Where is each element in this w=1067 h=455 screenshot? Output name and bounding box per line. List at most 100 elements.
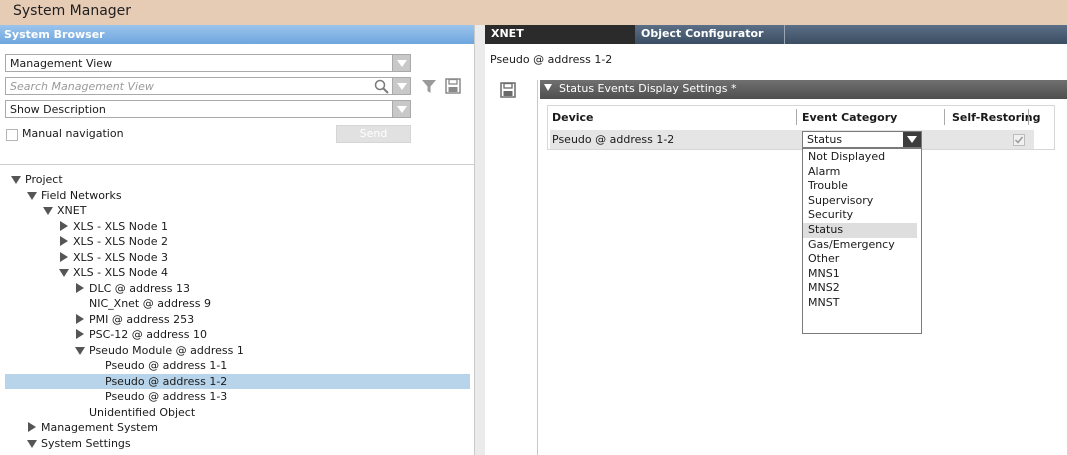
- chevron-down-icon[interactable]: [392, 78, 410, 94]
- title-bar: System Manager: [0, 0, 1067, 25]
- tree-node[interactable]: Pseudo Module @ address 1: [5, 343, 470, 358]
- chevron-down-icon[interactable]: [392, 55, 410, 71]
- description-select-value: Show Description: [10, 103, 106, 116]
- collapse-triangle-icon[interactable]: [58, 250, 70, 265]
- tree-node-label: Field Networks: [41, 188, 122, 202]
- dropdown-option[interactable]: Gas/Emergency: [803, 238, 921, 253]
- manual-navigation-checkbox[interactable]: [6, 129, 18, 141]
- view-select[interactable]: Management View: [5, 54, 411, 72]
- view-select-value: Management View: [10, 57, 113, 70]
- collapse-triangle-icon[interactable]: [58, 219, 70, 234]
- tree-node[interactable]: Pseudo @ address 1-3: [5, 389, 470, 404]
- tree-node-label: XNET: [57, 204, 87, 217]
- column-separator: [796, 109, 797, 125]
- tree-node-label: System Settings: [41, 436, 131, 450]
- tree-node[interactable]: Field Networks: [5, 188, 470, 203]
- expand-triangle-icon[interactable]: [74, 343, 86, 358]
- tree-node-label: Pseudo Module @ address 1: [89, 343, 244, 357]
- tab-bar: XNET Object Configurator: [485, 25, 1067, 44]
- chevron-down-icon[interactable]: [392, 101, 410, 117]
- tree-node-label: XLS - XLS Node 4: [73, 266, 168, 279]
- dropdown-option[interactable]: Supervisory: [803, 194, 921, 209]
- dropdown-option[interactable]: Security: [803, 208, 921, 223]
- self-restoring-checkbox: [1013, 134, 1025, 146]
- system-browser-panel: System Browser Management View Search Ma…: [0, 25, 476, 455]
- tree-node[interactable]: PSC-12 @ address 10: [5, 327, 470, 342]
- tree-node[interactable]: Unidentified Object: [5, 405, 470, 420]
- tree-node[interactable]: XLS - XLS Node 3: [5, 250, 470, 265]
- send-button[interactable]: Send: [336, 125, 411, 143]
- tab-object-configurator[interactable]: Object Configurator: [635, 25, 785, 44]
- description-select[interactable]: Show Description: [5, 100, 411, 118]
- event-category-dropdown[interactable]: Status: [802, 131, 922, 148]
- expand-triangle-icon[interactable]: [26, 188, 38, 203]
- dropdown-option[interactable]: Not Displayed: [803, 150, 921, 165]
- tree-node[interactable]: XLS - XLS Node 4: [5, 265, 470, 280]
- column-separator: [944, 109, 945, 125]
- checkmark-icon: [1014, 136, 1024, 144]
- app-title: System Manager: [13, 3, 132, 19]
- search-input[interactable]: Search Management View: [5, 77, 411, 95]
- expand-triangle-icon[interactable]: [58, 265, 70, 280]
- tree-node[interactable]: XLS - XLS Node 1: [5, 219, 470, 234]
- tab-xnet[interactable]: XNET: [485, 25, 635, 44]
- collapse-triangle-icon[interactable]: [58, 234, 70, 249]
- section-header[interactable]: Status Events Display Settings *: [540, 80, 1067, 99]
- search-icon[interactable]: [374, 79, 390, 94]
- tree-node-label: Project: [25, 173, 63, 186]
- section-title: Status Events Display Settings *: [559, 82, 737, 95]
- tree-node-label: Management System: [41, 421, 158, 434]
- dropdown-option[interactable]: Trouble: [803, 179, 921, 194]
- tree-node[interactable]: Project: [5, 172, 470, 187]
- column-separator: [1028, 109, 1029, 125]
- save-icon[interactable]: [500, 82, 516, 98]
- dropdown-option[interactable]: MNS1: [803, 267, 921, 282]
- tree-node-label: Pseudo @ address 1-1: [105, 359, 228, 372]
- manual-navigation-label: Manual navigation: [22, 127, 124, 140]
- tree-node-label: Pseudo @ address 1-3: [105, 390, 228, 403]
- filter-icon[interactable]: [421, 79, 437, 94]
- dropdown-option[interactable]: MNS2: [803, 281, 921, 296]
- tree-node-label: DLC @ address 13: [89, 281, 190, 295]
- column-header-event-category[interactable]: Event Category: [802, 111, 897, 124]
- collapse-triangle-icon[interactable]: [74, 327, 86, 342]
- tree-node[interactable]: XNET: [5, 203, 470, 218]
- tree-node-label: XLS - XLS Node 1: [73, 219, 168, 233]
- table-row[interactable]: Pseudo @ address 1-2: [550, 130, 1034, 149]
- collapse-triangle-icon[interactable]: [74, 281, 86, 296]
- expand-triangle-icon[interactable]: [26, 436, 38, 451]
- device-cell: Pseudo @ address 1-2: [552, 133, 675, 146]
- tree-node[interactable]: Pseudo @ address 1-1: [5, 358, 470, 373]
- collapse-caret-icon[interactable]: [544, 84, 552, 91]
- tree-node[interactable]: NIC_Xnet @ address 9: [5, 296, 470, 311]
- collapse-triangle-icon[interactable]: [26, 420, 38, 435]
- object-name: Pseudo @ address 1-2: [490, 53, 613, 66]
- dropdown-option[interactable]: MNST: [803, 296, 921, 311]
- dropdown-option[interactable]: Other: [803, 252, 921, 267]
- tree-node-label: XLS - XLS Node 3: [73, 250, 168, 264]
- tree-node[interactable]: XLS - XLS Node 2: [5, 234, 470, 249]
- save-icon[interactable]: [445, 78, 461, 94]
- tree-node[interactable]: Pseudo @ address 1-2: [5, 373, 470, 389]
- tree-node[interactable]: System Settings: [5, 436, 470, 451]
- object-configurator-panel: XNET Object Configurator Pseudo @ addres…: [485, 25, 1067, 455]
- tree-node-label: Unidentified Object: [89, 405, 196, 419]
- dropdown-option[interactable]: Status: [803, 222, 917, 238]
- tree-node-label: PSC-12 @ address 10: [89, 328, 207, 341]
- tree-node[interactable]: DLC @ address 13: [5, 281, 470, 296]
- chevron-down-icon[interactable]: [903, 132, 921, 147]
- column-header-device[interactable]: Device: [552, 111, 594, 124]
- tree-node[interactable]: PMI @ address 253: [5, 312, 470, 327]
- search-placeholder: Search Management View: [10, 80, 154, 93]
- tree-node-label: Pseudo @ address 1-2: [105, 374, 228, 388]
- dropdown-option[interactable]: Alarm: [803, 165, 921, 180]
- expand-triangle-icon[interactable]: [42, 203, 54, 218]
- system-browser-header: System Browser: [0, 25, 476, 44]
- expand-triangle-icon[interactable]: [10, 172, 22, 187]
- tree-node-label: NIC_Xnet @ address 9: [89, 297, 211, 310]
- tree-node[interactable]: Management System: [5, 420, 470, 435]
- collapse-triangle-icon[interactable]: [74, 312, 86, 327]
- tree-node-label: XLS - XLS Node 2: [73, 235, 168, 248]
- panel-splitter[interactable]: [474, 25, 485, 455]
- tree-node-label: PMI @ address 253: [89, 312, 195, 326]
